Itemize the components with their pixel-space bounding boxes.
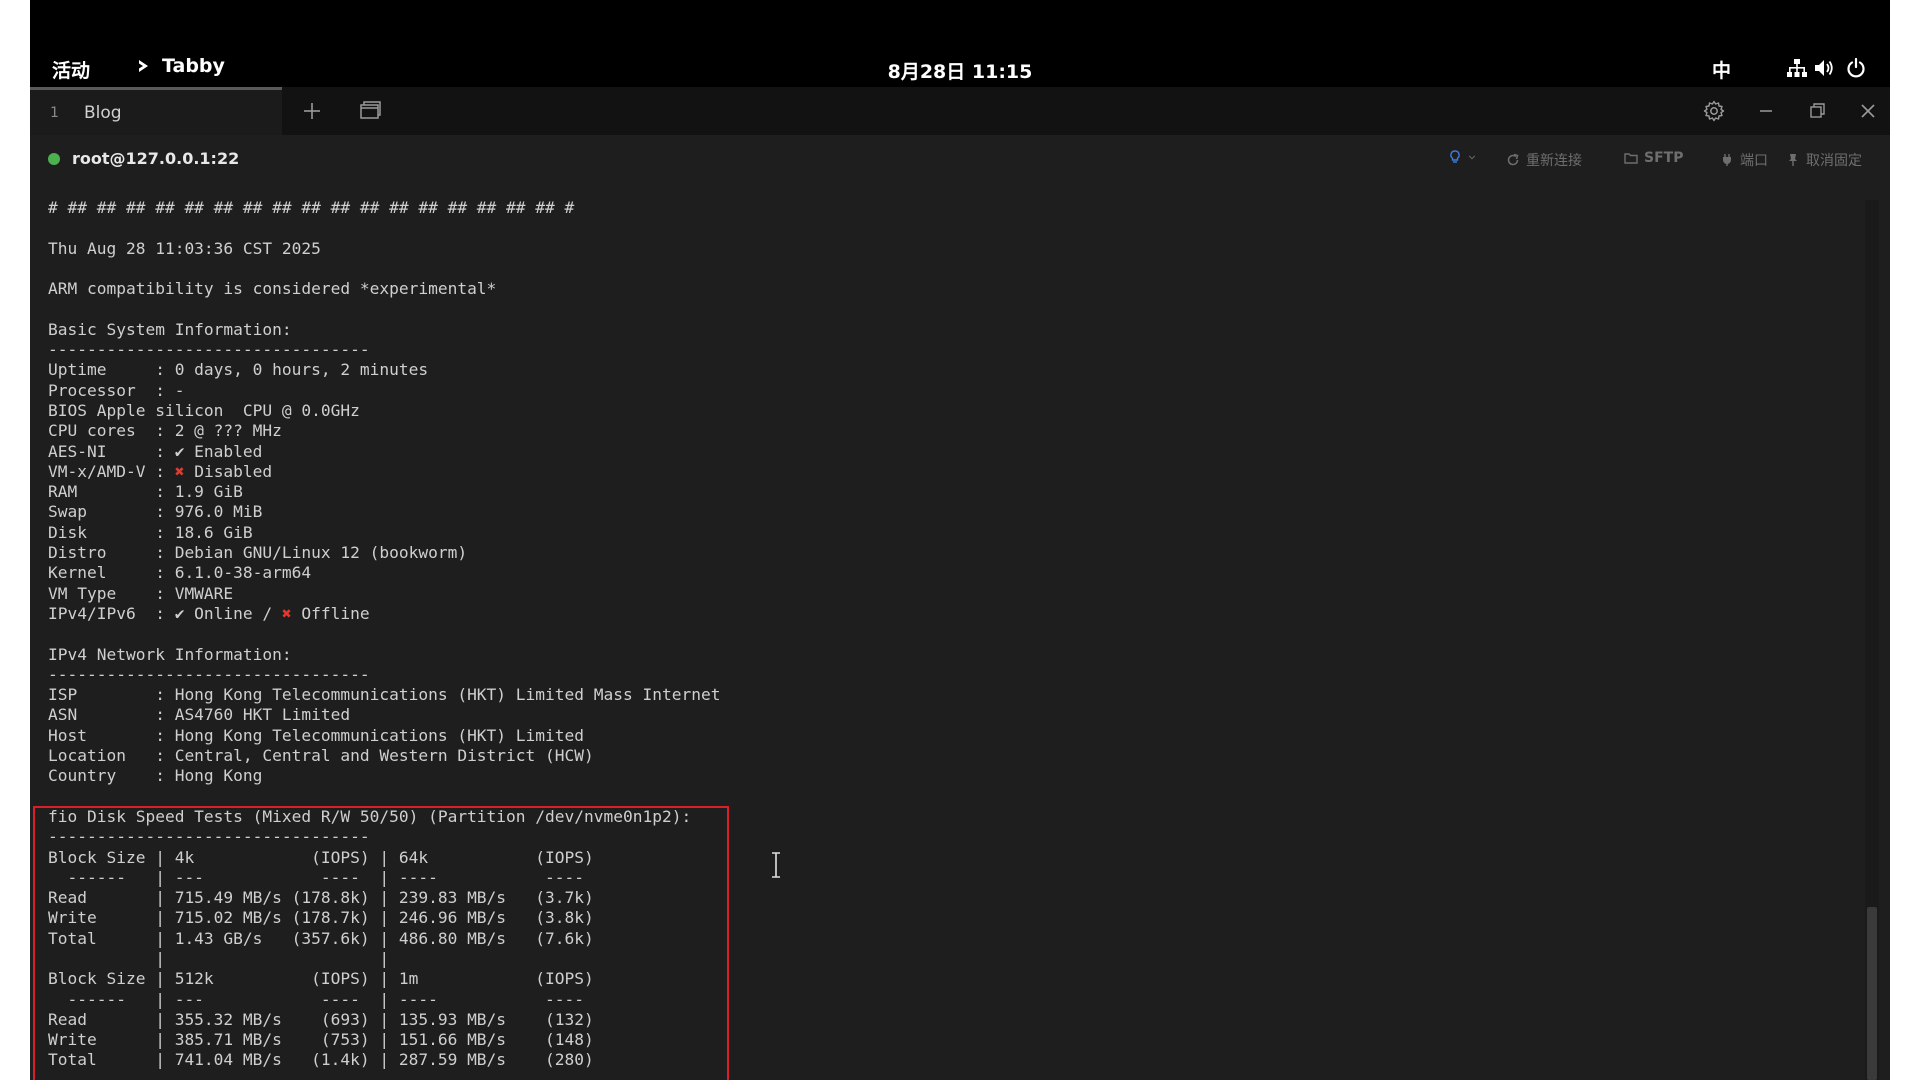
- power-icon[interactable]: [1845, 57, 1867, 79]
- terminal-line: | |: [48, 948, 594, 968]
- terminal-line: Read | 355.32 MB/s (693) | 135.93 MB/s (…: [48, 1009, 594, 1029]
- terminal-line: Location : Central, Central and Western …: [48, 746, 594, 766]
- profiles-button[interactable]: [358, 99, 382, 123]
- terminal-output[interactable]: # ## ## ## ## ## ## ## ## ## ## ## ## ##…: [48, 198, 1848, 1071]
- plug-icon: [1723, 154, 1731, 166]
- terminal-line: Basic System Information:: [48, 319, 292, 339]
- terminal-line: Host : Hong Kong Telecommunications (HKT…: [48, 725, 585, 745]
- terminal-line: Country : Hong Kong: [48, 766, 263, 786]
- terminal-line: ------ | --- ---- | ---- ----: [48, 867, 594, 887]
- terminal-line: BIOS Apple silicon CPU @ 0.0GHz: [48, 400, 360, 420]
- gear-icon: [1703, 100, 1725, 122]
- terminal-line: Uptime : 0 days, 0 hours, 2 minutes: [48, 360, 429, 380]
- tab-blog[interactable]: 1 Blog: [30, 87, 282, 135]
- scrollbar-thumb[interactable]: [1867, 907, 1877, 1080]
- terminal-line: AES-NI : ✔ Enabled: [48, 441, 263, 461]
- sftp-button[interactable]: SFTP: [1624, 150, 1683, 166]
- tab-bar: 1 Blog: [30, 87, 1890, 135]
- terminal-line: Processor : -: [48, 380, 185, 400]
- restore-icon: [1810, 103, 1825, 118]
- system-top-bar: 活动 Tabby 8月28日 11:15 中: [30, 0, 1890, 87]
- network-icon[interactable]: [1786, 57, 1808, 79]
- volume-icon[interactable]: [1813, 57, 1835, 79]
- terminal-line: Write | 715.02 MB/s (178.7k) | 246.96 MB…: [48, 908, 594, 928]
- terminal-line: # ## ## ## ## ## ## ## ## ## ## ## ## ##…: [48, 198, 575, 217]
- terminal-line: CPU cores : 2 @ ??? MHz: [48, 421, 282, 441]
- plus-icon: [304, 103, 320, 119]
- redo-icon: [1507, 153, 1519, 166]
- folder-icon: [1624, 153, 1638, 164]
- terminal-line: Total | 1.43 GB/s (357.6k) | 486.80 MB/s…: [48, 928, 594, 948]
- terminal-line: Block Size | 512k (IOPS) | 1m (IOPS): [48, 969, 594, 989]
- minimize-icon: [1760, 110, 1772, 112]
- cross-mark-icon: ✖: [281, 603, 292, 623]
- close-button[interactable]: [1856, 99, 1880, 123]
- terminal-line: IPv4 Network Information:: [48, 644, 292, 664]
- tab-title: Blog: [84, 103, 122, 123]
- minimize-button[interactable]: [1754, 99, 1778, 123]
- ports-label: 端口: [1740, 153, 1768, 169]
- terminal-line: Disk : 18.6 GiB: [48, 522, 253, 542]
- terminal-line: Read | 715.49 MB/s (178.8k) | 239.83 MB/…: [48, 888, 594, 908]
- terminal-line: IPv4/IPv6 : ✔ Online / ✖ Offline: [48, 603, 370, 623]
- terminal-line: Distro : Debian GNU/Linux 12 (bookworm): [48, 543, 468, 563]
- terminal-line: Write | 385.71 MB/s (753) | 151.66 MB/s …: [48, 1030, 594, 1050]
- terminal-line: ASN : AS4760 HKT Limited: [48, 705, 351, 725]
- terminal-line: fio Disk Speed Tests (Mixed R/W 50/50) (…: [48, 806, 692, 826]
- new-tab-button[interactable]: [300, 99, 324, 123]
- restore-button[interactable]: [1805, 99, 1829, 123]
- terminal-line: ---------------------------------: [48, 664, 370, 684]
- ports-button[interactable]: 端口: [1720, 150, 1768, 170]
- reconnect-button[interactable]: 重新连接: [1506, 150, 1582, 170]
- session-header: root@127.0.0.1:22 重新连接 SFTP 端口 取消固定: [30, 135, 1890, 183]
- terminal-line: ARM compatibility is considered *experim…: [48, 279, 497, 299]
- pin-icon: [1789, 154, 1797, 166]
- terminal-line: RAM : 1.9 GiB: [48, 482, 243, 502]
- terminal-line: ------ | --- ---- | ---- ----: [48, 989, 594, 1009]
- terminal-line: Kernel : 6.1.0-38-arm64: [48, 563, 312, 583]
- terminal-line: ---------------------------------: [48, 340, 370, 360]
- terminal-line: VM-x/AMD-V : ✖ Disabled: [48, 461, 273, 481]
- chevron-down-icon: [1468, 155, 1476, 160]
- terminal-line: Swap : 976.0 MiB: [48, 502, 263, 522]
- clock[interactable]: 8月28日 11:15: [30, 57, 1890, 84]
- unpin-label: 取消固定: [1806, 153, 1862, 169]
- terminal-line: ISP : Hong Kong Telecommunications (HKT)…: [48, 685, 721, 705]
- unpin-button[interactable]: 取消固定: [1786, 150, 1862, 170]
- terminal-line: Thu Aug 28 11:03:36 CST 2025: [48, 238, 321, 258]
- reconnect-label: 重新连接: [1526, 153, 1582, 169]
- sftp-label: SFTP: [1644, 150, 1684, 166]
- app-window: 活动 Tabby 8月28日 11:15 中 1 Blog root@127.0…: [30, 0, 1890, 1080]
- close-icon: [1861, 104, 1875, 118]
- terminal-line: Total | 741.04 MB/s (1.4k) | 287.59 MB/s…: [48, 1050, 594, 1070]
- bulb-button[interactable]: [1448, 150, 1476, 164]
- terminal-line: ---------------------------------: [48, 827, 370, 847]
- cross-mark-icon: ✖: [174, 461, 185, 481]
- terminal-line: VM Type : VMWARE: [48, 583, 234, 603]
- window-icon: [360, 101, 381, 119]
- lightbulb-icon: [1450, 150, 1460, 163]
- input-method-indicator[interactable]: 中: [1712, 56, 1731, 83]
- text-cursor-icon: [772, 852, 780, 878]
- settings-button[interactable]: [1702, 99, 1726, 123]
- terminal-line: Block Size | 4k (IOPS) | 64k (IOPS): [48, 847, 594, 867]
- tab-number: 1: [50, 105, 59, 121]
- connection-status-dot: [48, 153, 60, 165]
- session-host: root@127.0.0.1:22: [72, 149, 240, 168]
